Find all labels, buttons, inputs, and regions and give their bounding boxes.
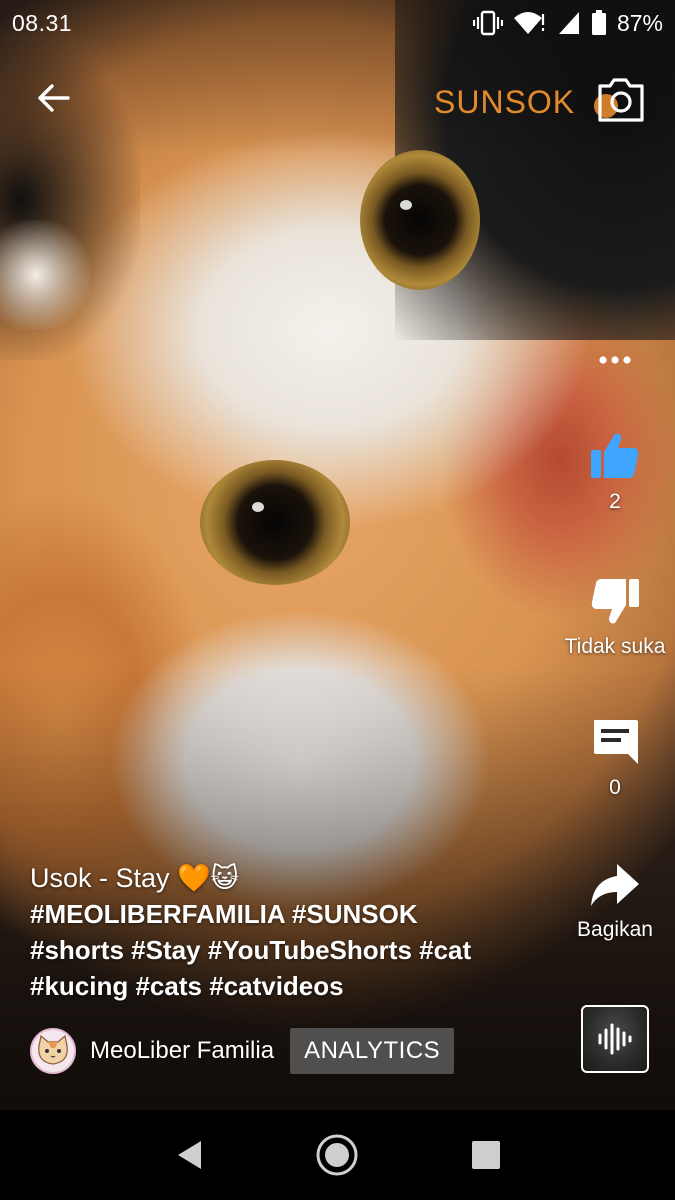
nav-back-button[interactable] <box>159 1125 219 1185</box>
like-button[interactable]: 2 <box>589 430 641 514</box>
dislike-button[interactable]: Tidak suka <box>564 575 666 659</box>
sound-button[interactable] <box>581 1005 649 1073</box>
brand-logo: SUNSOK <box>434 84 576 120</box>
video-title: Usok - Stay 🧡😺 <box>30 863 239 893</box>
hashtags-line[interactable]: #shorts #Stay #YouTubeShorts #cat <box>30 932 550 968</box>
share-label: Bagikan <box>577 918 653 941</box>
cat-avatar-icon <box>38 1034 68 1065</box>
dislike-label: Tidak suka <box>564 635 666 658</box>
thumbs-down-icon <box>591 579 639 624</box>
status-bar: 08.31 87% <box>0 0 675 46</box>
channel-avatar[interactable] <box>30 1028 76 1074</box>
thumbs-up-icon <box>591 433 639 478</box>
system-nav-bar <box>0 1110 675 1200</box>
share-icon <box>590 864 639 906</box>
nav-recents-button[interactable] <box>456 1125 516 1185</box>
like-count: 2 <box>609 490 621 513</box>
video-caption[interactable]: Usok - Stay 🧡😺 #MEOLIBERFAMILIA #SUNSOK … <box>30 860 550 1004</box>
hashtags-line[interactable]: #kucing #cats #catvideos <box>30 968 550 1004</box>
signal-icon <box>558 12 579 34</box>
comment-count: 0 <box>609 776 621 799</box>
nav-home-button[interactable] <box>307 1125 367 1185</box>
battery-level: 87% <box>616 9 663 36</box>
status-icons: 87% <box>472 9 663 37</box>
analytics-button[interactable]: ANALYTICS <box>290 1028 455 1074</box>
channel-name[interactable]: MeoLiber Familia <box>90 1037 274 1065</box>
status-time: 08.31 <box>12 9 73 36</box>
vibrate-icon <box>472 10 503 36</box>
comments-button[interactable]: 0 <box>590 716 640 800</box>
wifi-icon <box>513 12 545 34</box>
arrow-left-icon <box>38 84 70 112</box>
hashtags-line[interactable]: #MEOLIBERFAMILIA #SUNSOK <box>30 896 550 932</box>
more-options-button[interactable] <box>555 340 675 380</box>
camera-button[interactable] <box>592 76 648 126</box>
audio-wave-icon <box>598 1023 632 1055</box>
back-button[interactable] <box>30 75 76 121</box>
channel-row: MeoLiber Familia ANALYTICS <box>30 1028 455 1074</box>
camera-icon <box>594 78 644 122</box>
nav-back-icon <box>178 1141 202 1169</box>
nav-recents-icon <box>471 1141 500 1169</box>
share-button[interactable]: Bagikan <box>577 862 653 942</box>
nav-home-icon <box>316 1134 358 1176</box>
battery-icon <box>591 10 606 35</box>
more-horizontal-icon <box>599 356 631 364</box>
comment-icon <box>594 720 638 764</box>
